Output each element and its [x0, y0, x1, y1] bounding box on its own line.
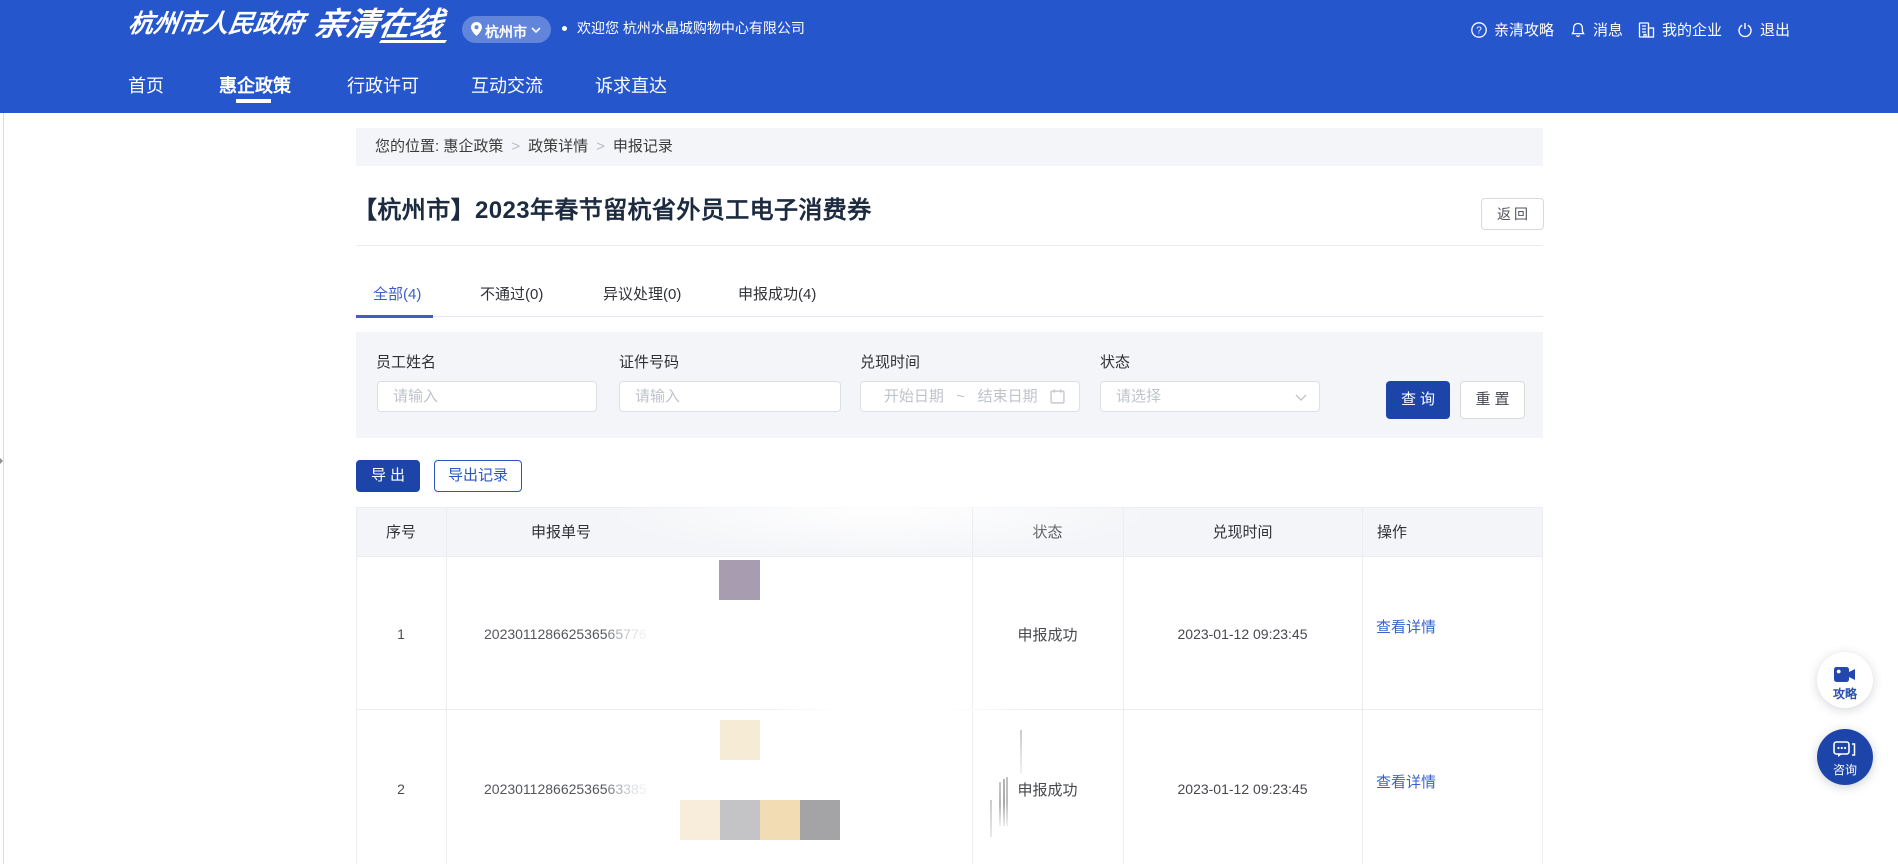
svg-text:?: ? — [1476, 26, 1482, 37]
